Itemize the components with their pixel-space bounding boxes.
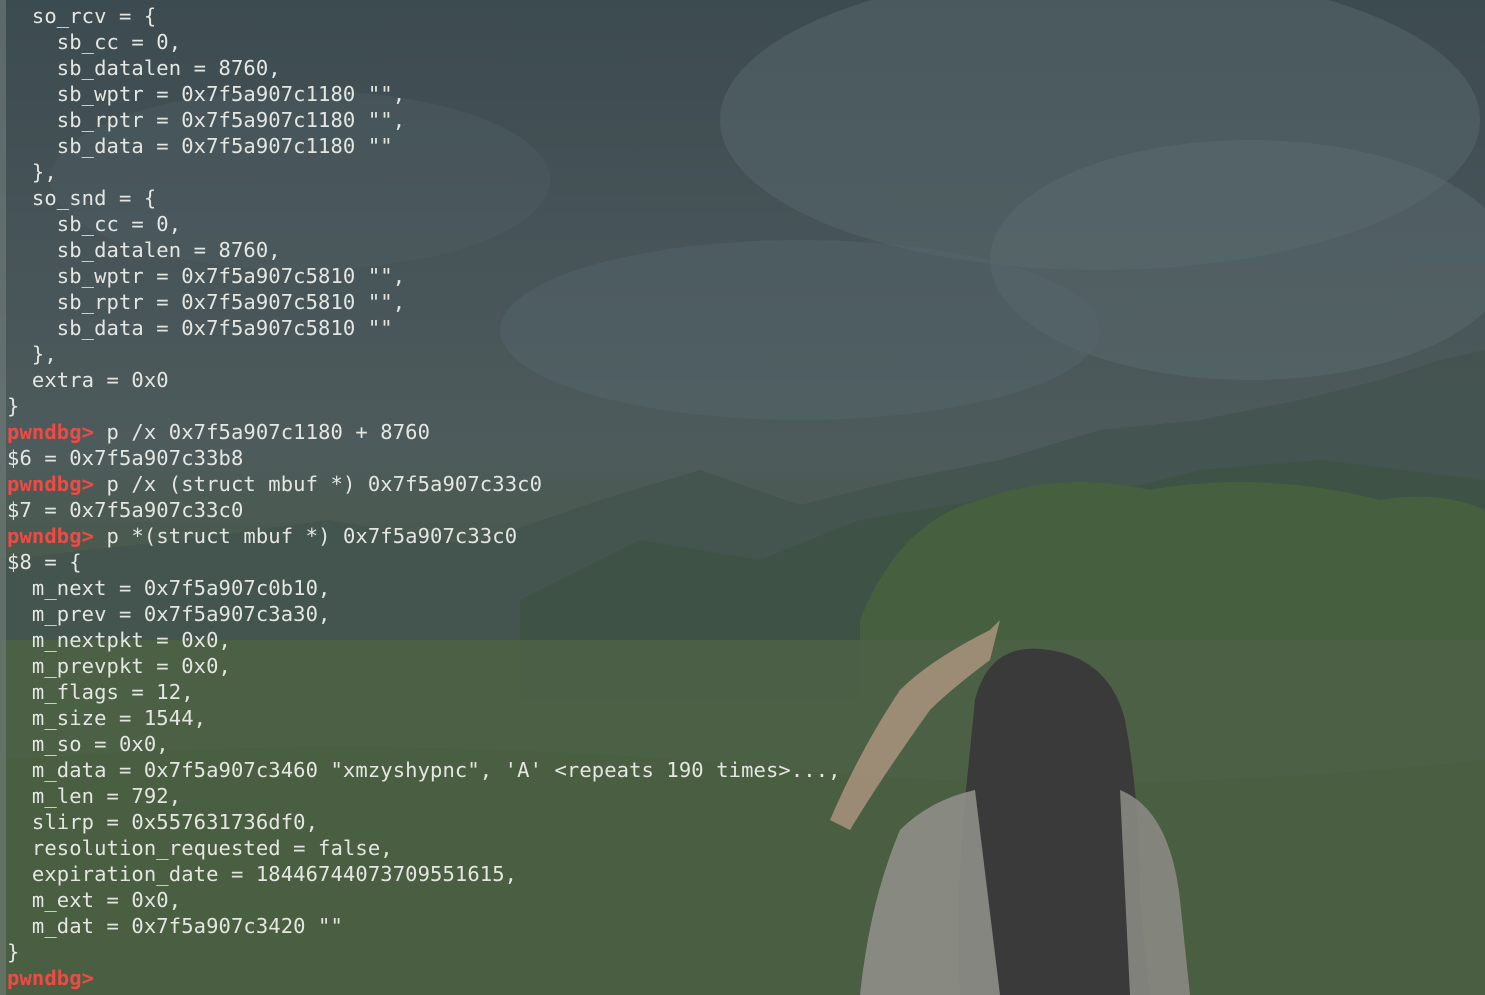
- output-line: m_next = 0x7f5a907c0b10,: [7, 575, 331, 601]
- output-line: $6 = 0x7f5a907c33b8: [7, 445, 243, 471]
- output-line: }: [7, 393, 19, 419]
- output-line: },: [7, 159, 57, 185]
- output-line: sb_data = 0x7f5a907c5810 "": [7, 315, 393, 341]
- pwndbg-prompt: pwndbg>: [7, 472, 95, 496]
- output-text: m_so = 0x0,: [7, 732, 169, 756]
- output-text: sb_rptr = 0x7f5a907c5810 "",: [7, 290, 406, 314]
- output-text: sb_cc = 0,: [7, 30, 182, 54]
- output-text: }: [7, 394, 20, 418]
- output-text: },: [7, 160, 57, 184]
- output-line: m_dat = 0x7f5a907c3420 "": [7, 913, 343, 939]
- output-text: extra = 0x0: [7, 368, 169, 392]
- output-line: sb_datalen = 8760,: [7, 55, 281, 81]
- output-text: sb_cc = 0,: [7, 212, 182, 236]
- output-line: m_len = 792,: [7, 783, 181, 809]
- output-text: expiration_date = 18446744073709551615,: [7, 862, 518, 886]
- output-line: sb_datalen = 8760,: [7, 237, 281, 263]
- output-text: m_dat = 0x7f5a907c3420 "": [7, 914, 343, 938]
- output-line: $7 = 0x7f5a907c33c0: [7, 497, 243, 523]
- output-line: m_so = 0x0,: [7, 731, 169, 757]
- output-text: sb_datalen = 8760,: [7, 56, 281, 80]
- output-line: sb_cc = 0,: [7, 211, 181, 237]
- output-text: $6 = 0x7f5a907c33b8: [7, 446, 244, 470]
- output-text: m_flags = 12,: [7, 680, 194, 704]
- pwndbg-prompt: pwndbg>: [7, 524, 95, 548]
- output-text: m_data = 0x7f5a907c3460 "xmzyshypnc", 'A…: [7, 758, 841, 782]
- output-line: m_prevpkt = 0x0,: [7, 653, 231, 679]
- output-text: }: [7, 940, 20, 964]
- pwndbg-prompt: pwndbg>: [7, 420, 95, 444]
- pwndbg-prompt: pwndbg>: [7, 966, 95, 990]
- output-text: m_nextpkt = 0x0,: [7, 628, 231, 652]
- output-text: resolution_requested = false,: [7, 836, 393, 860]
- output-text: m_next = 0x7f5a907c0b10,: [7, 576, 331, 600]
- prompt-line: pwndbg> p *(struct mbuf *) 0x7f5a907c33c…: [7, 523, 517, 549]
- command-text: p *(struct mbuf *) 0x7f5a907c33c0: [94, 524, 518, 548]
- output-text: },: [7, 342, 57, 366]
- output-line: }: [7, 939, 19, 965]
- output-line: expiration_date = 18446744073709551615,: [7, 861, 517, 887]
- output-line: so_rcv = {: [7, 3, 156, 29]
- output-line: sb_rptr = 0x7f5a907c1180 "",: [7, 107, 405, 133]
- output-text: m_len = 792,: [7, 784, 182, 808]
- output-text: sb_data = 0x7f5a907c5810 "": [7, 316, 393, 340]
- output-line: so_snd = {: [7, 185, 156, 211]
- output-line: resolution_requested = false,: [7, 835, 393, 861]
- output-line: sb_rptr = 0x7f5a907c5810 "",: [7, 289, 405, 315]
- output-text: m_prev = 0x7f5a907c3a30,: [7, 602, 331, 626]
- output-text: sb_wptr = 0x7f5a907c1180 "",: [7, 82, 406, 106]
- output-text: sb_wptr = 0x7f5a907c5810 "",: [7, 264, 406, 288]
- output-line: $8 = {: [7, 549, 82, 575]
- output-text: so_rcv = {: [7, 4, 157, 28]
- output-line: m_ext = 0x0,: [7, 887, 181, 913]
- output-line: extra = 0x0: [7, 367, 169, 393]
- output-text: m_prevpkt = 0x0,: [7, 654, 231, 678]
- prompt-line: pwndbg> p /x 0x7f5a907c1180 + 8760: [7, 419, 430, 445]
- prompt-line: pwndbg> p /x (struct mbuf *) 0x7f5a907c3…: [7, 471, 542, 497]
- output-line: sb_wptr = 0x7f5a907c5810 "",: [7, 263, 405, 289]
- output-line: m_size = 1544,: [7, 705, 206, 731]
- output-line: m_prev = 0x7f5a907c3a30,: [7, 601, 331, 627]
- output-line: m_data = 0x7f5a907c3460 "xmzyshypnc", 'A…: [7, 757, 841, 783]
- output-text: sb_data = 0x7f5a907c1180 "": [7, 134, 393, 158]
- output-text: sb_rptr = 0x7f5a907c1180 "",: [7, 108, 406, 132]
- output-text: $7 = 0x7f5a907c33c0: [7, 498, 244, 522]
- output-line: m_nextpkt = 0x0,: [7, 627, 231, 653]
- output-line: sb_cc = 0,: [7, 29, 181, 55]
- output-line: sb_wptr = 0x7f5a907c1180 "",: [7, 81, 405, 107]
- output-line: slirp = 0x557631736df0,: [7, 809, 318, 835]
- output-text: m_size = 1544,: [7, 706, 207, 730]
- output-line: sb_data = 0x7f5a907c1180 "": [7, 133, 393, 159]
- window-left-border: [0, 0, 6, 995]
- output-line: m_flags = 12,: [7, 679, 194, 705]
- terminal-output: so_rcv = { sb_cc = 0, sb_datalen = 8760,…: [0, 0, 1485, 995]
- output-text: so_snd = {: [7, 186, 157, 210]
- command-text: p /x (struct mbuf *) 0x7f5a907c33c0: [94, 472, 543, 496]
- output-text: m_ext = 0x0,: [7, 888, 182, 912]
- output-text: slirp = 0x557631736df0,: [7, 810, 319, 834]
- output-text: $8 = {: [7, 550, 82, 574]
- command-text: p /x 0x7f5a907c1180 + 8760: [94, 420, 431, 444]
- prompt-line: pwndbg>: [7, 965, 94, 991]
- output-text: sb_datalen = 8760,: [7, 238, 281, 262]
- output-line: },: [7, 341, 57, 367]
